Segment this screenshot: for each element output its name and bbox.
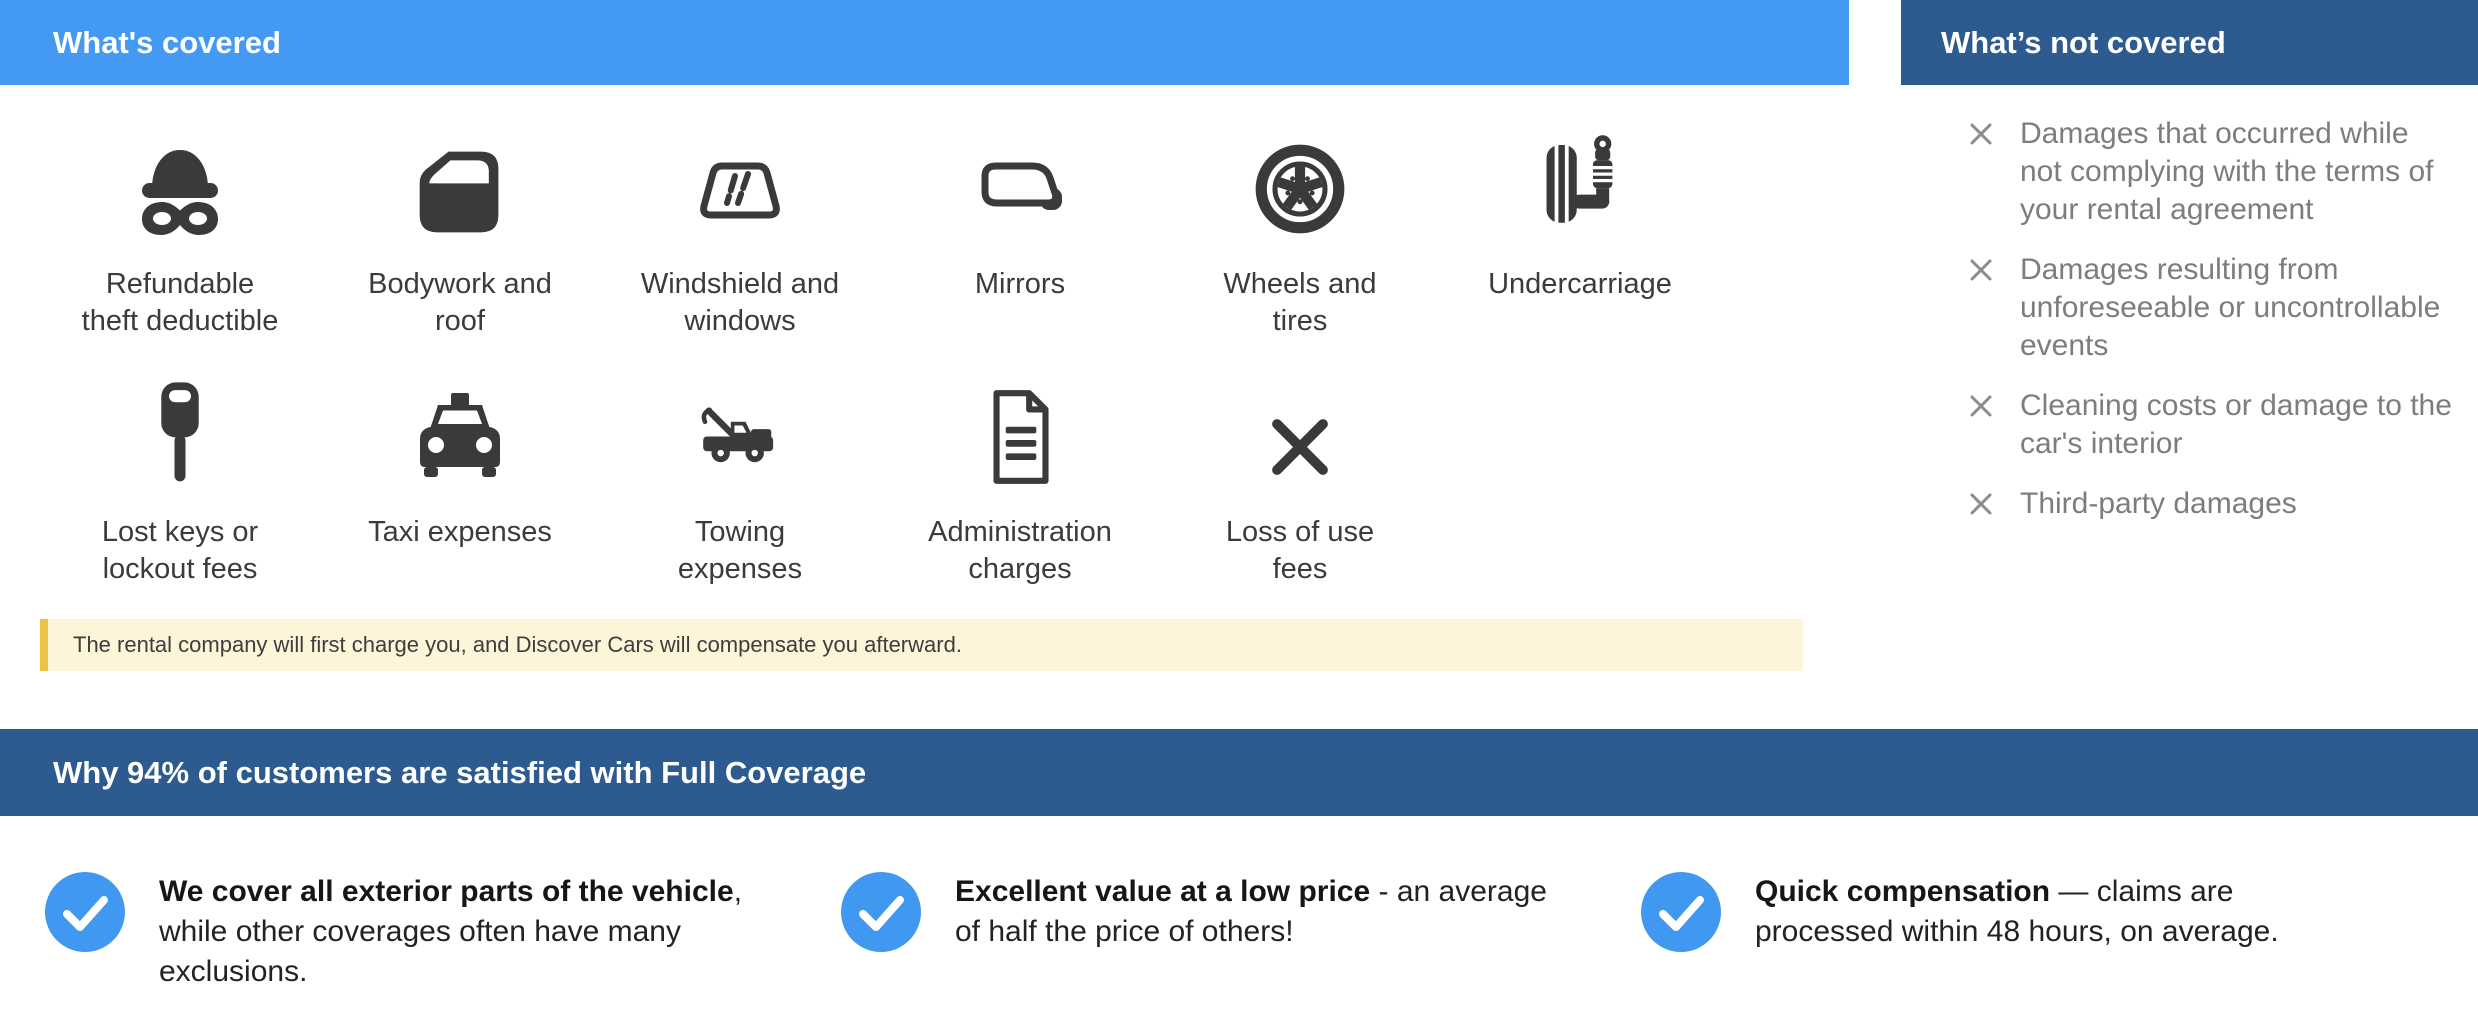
not-covered-header: What’s not covered: [1901, 0, 2478, 85]
cross-icon: [1259, 376, 1341, 488]
compensation-note-text: The rental company will first charge you…: [73, 632, 962, 658]
benefit-text-bold: Excellent value at a low price: [955, 875, 1370, 908]
covered-item: Mirrors: [880, 128, 1160, 340]
not-covered-title: What’s not covered: [1941, 25, 2226, 61]
benefit-text-bold: We cover all exterior parts of the vehic…: [159, 875, 734, 908]
covered-item: Taxi expenses: [320, 376, 600, 588]
undercarriage-icon: [1526, 128, 1634, 240]
side-mirror-icon: [970, 128, 1070, 240]
not-covered-panel: What’s not covered Damages that occurred…: [1901, 0, 2478, 671]
x-mark-icon: [1966, 391, 1996, 426]
benefits-row: We cover all exterior parts of the vehic…: [0, 872, 2478, 992]
check-circle-icon: [841, 872, 921, 952]
document-icon: [969, 376, 1071, 488]
covered-item: Administration charges: [880, 376, 1160, 588]
covered-item: Lost keys or lockout fees: [40, 376, 320, 588]
covered-item-label: Towing expenses: [678, 514, 802, 588]
covered-item-label: Lost keys or lockout fees: [102, 514, 258, 588]
not-covered-item-text: Cleaning costs or damage to the car's in…: [2020, 387, 2458, 463]
windshield-icon: [690, 128, 790, 240]
covered-panel: What's covered Refundable theft deductib…: [0, 0, 1849, 671]
covered-item-label: Windshield and windows: [641, 266, 839, 340]
benefit-text-bold: Quick compensation: [1755, 875, 2050, 908]
benefit-item: Quick compensation — claims are processe…: [1641, 872, 2431, 992]
not-covered-item: Damages resulting from unforeseeable or …: [1966, 251, 2458, 365]
benefit-text: We cover all exterior parts of the vehic…: [159, 872, 804, 992]
empty-cell: [1440, 376, 1720, 588]
not-covered-item-text: Damages resulting from unforeseeable or …: [2020, 251, 2458, 365]
car-door-icon: [412, 128, 508, 240]
taxi-icon: [410, 376, 510, 488]
not-covered-item: Cleaning costs or damage to the car's in…: [1966, 387, 2458, 463]
covered-item-label: Loss of use fees: [1226, 514, 1374, 588]
not-covered-item-text: Third-party damages: [2020, 485, 2458, 523]
why-satisfied-title: Why 94% of customers are satisfied with …: [53, 755, 866, 791]
covered-item: Wheels and tires: [1160, 128, 1440, 340]
not-covered-item: Third-party damages: [1966, 485, 2458, 524]
x-mark-icon: [1966, 489, 1996, 524]
covered-item: Loss of use fees: [1160, 376, 1440, 588]
covered-item-label: Undercarriage: [1488, 266, 1672, 303]
covered-item: Refundable theft deductible: [40, 128, 320, 340]
check-circle-icon: [45, 872, 125, 952]
covered-item-label: Wheels and tires: [1223, 266, 1376, 340]
covered-item-label: Bodywork and roof: [368, 266, 552, 340]
covered-item-label: Refundable theft deductible: [82, 266, 279, 340]
x-mark-icon: [1966, 119, 1996, 154]
benefit-item: Excellent value at a low price - an aver…: [841, 872, 1641, 992]
compensation-note: The rental company will first charge you…: [40, 619, 1803, 671]
benefit-text: Quick compensation — claims are processe…: [1755, 872, 2380, 952]
covered-items-grid: Refundable theft deductible Bodywork and…: [40, 85, 1720, 588]
covered-item-label: Mirrors: [975, 266, 1065, 303]
why-satisfied-header: Why 94% of customers are satisfied with …: [0, 729, 2478, 816]
covered-title: What's covered: [53, 25, 281, 61]
benefit-item: We cover all exterior parts of the vehic…: [45, 872, 841, 992]
not-covered-item: Damages that occurred while not complyin…: [1966, 115, 2458, 229]
coverage-section: What's covered Refundable theft deductib…: [0, 0, 2478, 671]
covered-header: What's covered: [0, 0, 1849, 85]
covered-item: Undercarriage: [1440, 128, 1720, 340]
wheel-icon: [1249, 128, 1351, 240]
covered-item-label: Taxi expenses: [368, 514, 552, 551]
burglar-icon: [126, 128, 234, 240]
covered-item: Windshield and windows: [600, 128, 880, 340]
key-icon: [125, 376, 235, 488]
covered-item: Bodywork and roof: [320, 128, 600, 340]
not-covered-list: Damages that occurred while not complyin…: [1901, 85, 2478, 524]
covered-item-label: Administration charges: [928, 514, 1112, 588]
check-circle-icon: [1641, 872, 1721, 952]
x-mark-icon: [1966, 255, 1996, 290]
benefit-text: Excellent value at a low price - an aver…: [955, 872, 1555, 952]
not-covered-item-text: Damages that occurred while not complyin…: [2020, 115, 2458, 229]
tow-truck-icon: [692, 376, 788, 488]
covered-item: Towing expenses: [600, 376, 880, 588]
